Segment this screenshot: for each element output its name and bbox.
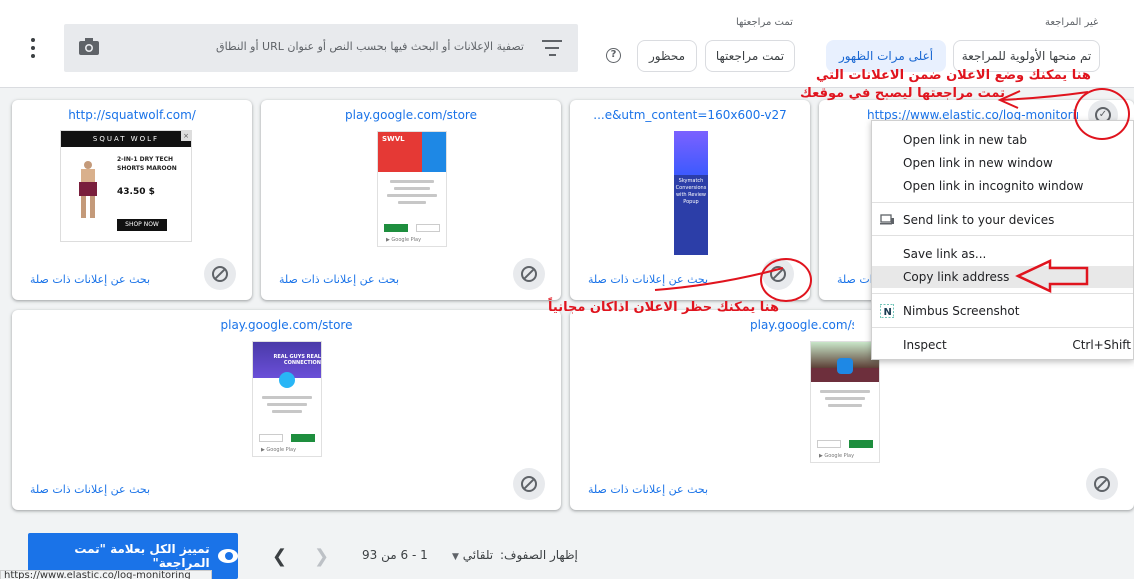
context-menu: Open link in new tab Open link in new wi… xyxy=(871,120,1134,360)
chip-reviewed[interactable]: تمت مراجعتها xyxy=(705,40,795,72)
block-icon xyxy=(1094,476,1110,492)
ctx-send-label: Send link to your devices xyxy=(903,213,1055,227)
ad-product-name: 2-IN-1 DRY TECH SHORTS MAROON xyxy=(117,156,177,172)
ad-brand: SQUAT WOLF xyxy=(61,131,191,147)
block-icon xyxy=(212,266,228,282)
search-placeholder: تصفية الإعلانات أو البحث فيها بحسب النص … xyxy=(216,40,524,53)
ctx-save-link-as[interactable]: Save link as... xyxy=(872,243,1133,265)
eye-icon xyxy=(217,549,238,563)
google-play-badge: ▶ Google Play xyxy=(261,447,297,453)
ad-preview[interactable]: SQUAT WOLF × 2-IN-1 DRY TECH SHORTS MARO… xyxy=(60,130,192,242)
block-ad-button[interactable] xyxy=(1086,468,1118,500)
nimbus-icon: N xyxy=(880,304,894,318)
rows-select[interactable]: تلقائي ▼ xyxy=(452,548,493,562)
related-ads-link[interactable]: بحث عن إعلانات ذات صلة xyxy=(588,273,708,286)
ad-preview[interactable]: ▶ Google Play xyxy=(810,341,880,463)
filter-icon[interactable] xyxy=(542,40,562,56)
ad-url-link[interactable]: play.google.com/store xyxy=(12,318,561,332)
ad-preview[interactable]: SWVL ▶ Google Play xyxy=(377,131,447,247)
related-ads-link[interactable]: بحث عن إعلانات ذات صلة xyxy=(30,483,150,496)
annotation-bottom: هنا يمكنك حظر الاعلان اذاكان مجانياً xyxy=(548,300,779,315)
block-ad-button[interactable] xyxy=(513,258,545,290)
block-ad-button[interactable] xyxy=(204,258,236,290)
ad-card: http://squatwolf.com/ SQUAT WOLF × 2-IN-… xyxy=(12,100,252,300)
google-play-badge: ▶ Google Play xyxy=(386,237,422,243)
ad-url-link[interactable]: play.google.com/store xyxy=(750,318,854,332)
ad-url-link[interactable]: play.google.com/store xyxy=(261,108,561,122)
mark-all-label: تمييز الكل بعلامة "تمت المراجعة" xyxy=(74,542,210,570)
dropdown-arrow-icon: ▼ xyxy=(452,552,459,562)
block-ad-button[interactable] xyxy=(513,468,545,500)
ad-url-link[interactable]: http://squatwolf.com/ xyxy=(12,108,252,122)
ad-url-link[interactable]: ...e&utm_content=160x600-v27 xyxy=(570,108,810,122)
annotation-top-line2: تمت مراجعتها ليصبح في موقعك xyxy=(800,86,1006,101)
annotation-top-line1: هنا يمكنك وضع الاعلان ضمن الاعلانات التي xyxy=(816,68,1091,83)
adchoices-icon[interactable]: × xyxy=(181,131,191,141)
pagination-range: 1 - 6 من 93 xyxy=(362,548,428,562)
ctx-open-new-window[interactable]: Open link in new window xyxy=(872,152,1133,174)
devices-icon xyxy=(880,214,894,225)
annotation-circle-block xyxy=(760,258,812,302)
camera-icon[interactable] xyxy=(78,38,100,56)
ad-title: Skymatch Conversions with Review Popup xyxy=(675,178,707,205)
rows-label: إظهار الصفوف: xyxy=(500,548,578,562)
more-options-icon[interactable] xyxy=(24,36,42,60)
reviewed-group-label: تمت مراجعتها xyxy=(736,17,793,28)
search-input[interactable]: تصفية الإعلانات أو البحث فيها بحسب النص … xyxy=(64,24,578,72)
block-icon xyxy=(521,266,537,282)
ctx-copy-link-address[interactable]: Copy link address xyxy=(872,266,1133,288)
chip-blocked[interactable]: محظور xyxy=(637,40,697,72)
annotation-circle-check xyxy=(1074,88,1130,140)
help-icon[interactable]: ? xyxy=(606,48,621,63)
ad-brand: SWVL xyxy=(382,135,405,143)
ad-preview[interactable]: Skymatch Conversions with Review Popup xyxy=(674,131,708,255)
block-icon xyxy=(521,476,537,492)
ad-card: play.google.com/store SWVL ▶ Google Play… xyxy=(261,100,561,300)
ctx-send-to-devices[interactable]: Send link to your devices xyxy=(872,209,1133,231)
next-page-button[interactable]: ❮ xyxy=(272,546,287,567)
ad-price: 43.50 $ xyxy=(117,187,155,197)
ctx-nimbus-label: Nimbus Screenshot xyxy=(903,304,1020,318)
ctx-inspect-shortcut: Ctrl+Shift xyxy=(1072,338,1131,352)
related-ads-link[interactable]: بحث عن إعلانات ذات صلة xyxy=(279,273,399,286)
prev-page-button[interactable]: ❯ xyxy=(314,546,329,567)
unreviewed-group-label: غير المراجعة xyxy=(1045,17,1099,28)
browser-status-url: https://www.elastic.co/log-monitoring xyxy=(0,570,212,579)
ctx-inspect-label: Inspect xyxy=(903,338,947,352)
ad-title: REAL GUYS REAL CONNECTION xyxy=(273,354,321,366)
ctx-inspect[interactable]: Inspect Ctrl+Shift xyxy=(872,334,1133,356)
ctx-open-incognito[interactable]: Open link in incognito window xyxy=(872,175,1133,197)
ctx-nimbus-screenshot[interactable]: N Nimbus Screenshot xyxy=(872,300,1133,322)
related-ads-link[interactable]: بحث عن إعلانات ذات صلة xyxy=(30,273,150,286)
product-image xyxy=(79,161,97,218)
related-ads-link[interactable]: بحث عن إعلانات ذات صلة xyxy=(588,483,708,496)
rows-value: تلقائي xyxy=(462,548,494,562)
ad-cta: SHOP NOW xyxy=(117,219,167,231)
ad-preview[interactable]: REAL GUYS REAL CONNECTION ▶ Google Play xyxy=(252,341,322,457)
google-play-badge: ▶ Google Play xyxy=(819,453,855,459)
svg-text:N: N xyxy=(884,307,892,318)
ad-card: play.google.com/store REAL GUYS REAL CON… xyxy=(12,310,561,510)
ad-header-image: SWVL xyxy=(378,132,446,172)
